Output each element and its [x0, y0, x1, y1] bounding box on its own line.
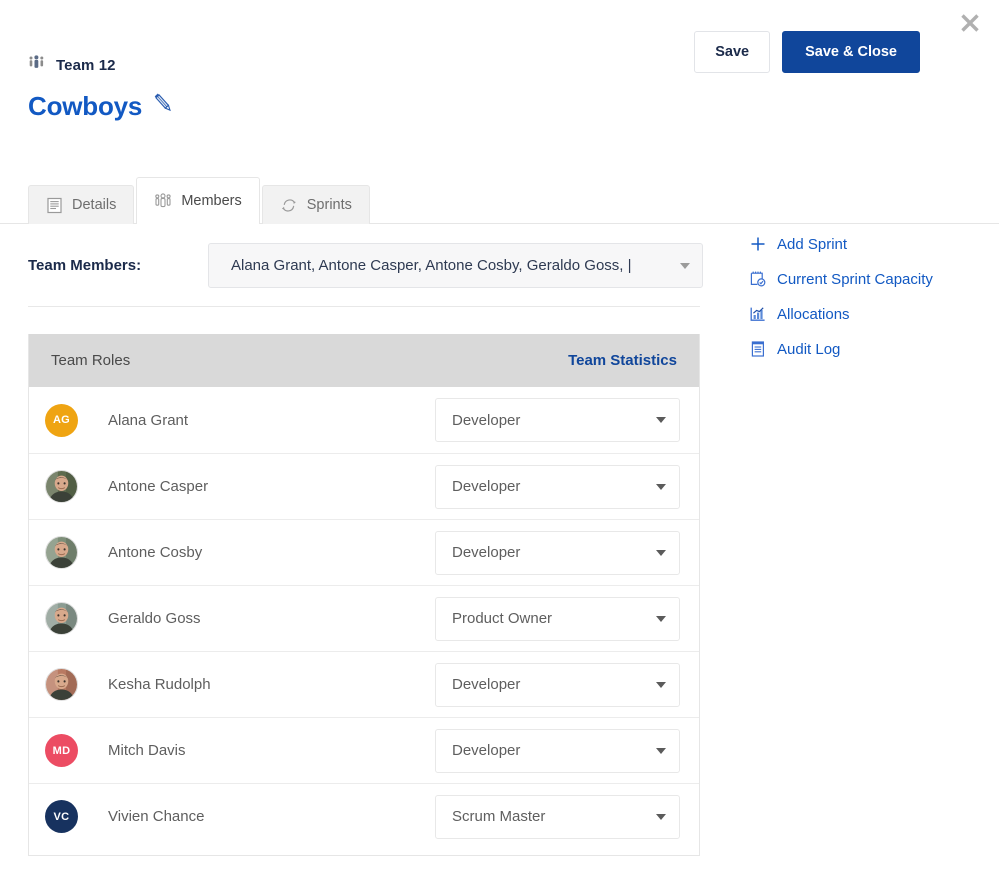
avatar — [45, 536, 78, 569]
table-row: Geraldo Goss Product Owner — [29, 585, 699, 651]
role-select[interactable]: Developer — [435, 663, 680, 707]
current-sprint-capacity-link[interactable]: Current Sprint Capacity — [748, 267, 933, 291]
team-breadcrumb: Team 12 — [28, 55, 116, 75]
chevron-down-icon — [656, 484, 666, 490]
pencil-edit-icon[interactable] — [151, 91, 177, 122]
role-value: Developer — [452, 742, 656, 759]
avatar — [45, 602, 78, 635]
avatar — [45, 668, 78, 701]
refresh-cycle-icon — [280, 197, 298, 214]
bar-chart-icon — [748, 305, 767, 324]
table-row: VC Vivien Chance Scrum Master — [29, 783, 699, 849]
table-row: Antone Casper Developer — [29, 453, 699, 519]
dialog-header: Save Save & Close Team 12 Cowboys — [0, 0, 999, 140]
save-and-close-button[interactable]: Save & Close — [782, 31, 920, 73]
team-members-value: Alana Grant, Antone Casper, Antone Cosby… — [231, 257, 672, 274]
allocations-link[interactable]: Allocations — [748, 302, 933, 326]
close-icon[interactable] — [955, 8, 985, 38]
dialog-action-buttons: Save Save & Close — [694, 31, 920, 73]
team-roles-title: Team Roles — [51, 352, 130, 369]
audit-log-link[interactable]: Audit Log — [748, 337, 933, 361]
table-row: MD Mitch Davis Developer — [29, 717, 699, 783]
team-roles-card: Team Roles Team Statistics AG Alana Grant… — [28, 334, 700, 856]
tab-details[interactable]: Details — [28, 185, 134, 224]
role-value: Product Owner — [452, 610, 656, 627]
chevron-down-icon — [680, 263, 690, 269]
member-name: Antone Cosby — [108, 544, 435, 561]
member-name: Mitch Davis — [108, 742, 435, 759]
tab-sprints-label: Sprints — [307, 197, 352, 213]
team-edit-dialog: Save Save & Close Team 12 Cowboys — [0, 0, 999, 889]
chevron-down-icon — [656, 814, 666, 820]
tab-details-label: Details — [72, 197, 116, 213]
team-roles-rows: AG Alana Grant Developer Antone Casper Deve… — [29, 387, 699, 849]
document-lines-icon — [46, 197, 63, 214]
calendar-check-icon — [748, 270, 767, 289]
role-value: Developer — [452, 412, 656, 429]
save-button[interactable]: Save — [694, 31, 770, 73]
section-divider — [28, 306, 700, 307]
avatar: MD — [45, 734, 78, 767]
audit-log-label: Audit Log — [777, 341, 840, 358]
tab-members[interactable]: Members — [136, 177, 259, 224]
member-name: Alana Grant — [108, 412, 435, 429]
allocations-label: Allocations — [777, 306, 850, 323]
team-members-field: Team Members: Alana Grant, Antone Casper… — [28, 243, 703, 288]
team-people-icon — [28, 55, 45, 75]
role-value: Developer — [452, 676, 656, 693]
role-select[interactable]: Product Owner — [435, 597, 680, 641]
chevron-down-icon — [656, 616, 666, 622]
role-value: Scrum Master — [452, 808, 656, 825]
member-name: Geraldo Goss — [108, 610, 435, 627]
table-row: AG Alana Grant Developer — [29, 387, 699, 453]
add-sprint-link[interactable]: Add Sprint — [748, 232, 933, 256]
page-title: Cowboys — [28, 91, 177, 122]
team-members-label: Team Members: — [28, 257, 208, 274]
chevron-down-icon — [656, 748, 666, 754]
role-select[interactable]: Scrum Master — [435, 795, 680, 839]
role-value: Developer — [452, 478, 656, 495]
avatar: AG — [45, 404, 78, 437]
table-row: Antone Cosby Developer — [29, 519, 699, 585]
action-links: Add Sprint Current Sprint Capacity — [748, 232, 933, 361]
role-select[interactable]: Developer — [435, 398, 680, 442]
tab-bar: Details Members — [0, 178, 999, 224]
role-select[interactable]: Developer — [435, 465, 680, 509]
table-row: Kesha Rudolph Developer — [29, 651, 699, 717]
role-select[interactable]: Developer — [435, 729, 680, 773]
tab-members-label: Members — [181, 193, 241, 209]
plus-icon — [748, 235, 767, 254]
add-sprint-label: Add Sprint — [777, 236, 847, 253]
tab-sprints[interactable]: Sprints — [262, 185, 370, 224]
team-number-label: Team 12 — [56, 57, 116, 74]
chevron-down-icon — [656, 682, 666, 688]
team-roles-header: Team Roles Team Statistics — [29, 334, 699, 387]
team-name-text: Cowboys — [28, 91, 142, 122]
member-name: Antone Casper — [108, 478, 435, 495]
team-statistics-link[interactable]: Team Statistics — [568, 352, 677, 369]
avatar — [45, 470, 78, 503]
team-members-select[interactable]: Alana Grant, Antone Casper, Antone Cosby… — [208, 243, 703, 288]
avatar: VC — [45, 800, 78, 833]
role-select[interactable]: Developer — [435, 531, 680, 575]
member-name: Kesha Rudolph — [108, 676, 435, 693]
chevron-down-icon — [656, 550, 666, 556]
people-group-icon — [154, 193, 172, 209]
chevron-down-icon — [656, 417, 666, 423]
role-value: Developer — [452, 544, 656, 561]
member-name: Vivien Chance — [108, 808, 435, 825]
clipboard-list-icon — [748, 340, 767, 359]
current-sprint-capacity-label: Current Sprint Capacity — [777, 271, 933, 288]
